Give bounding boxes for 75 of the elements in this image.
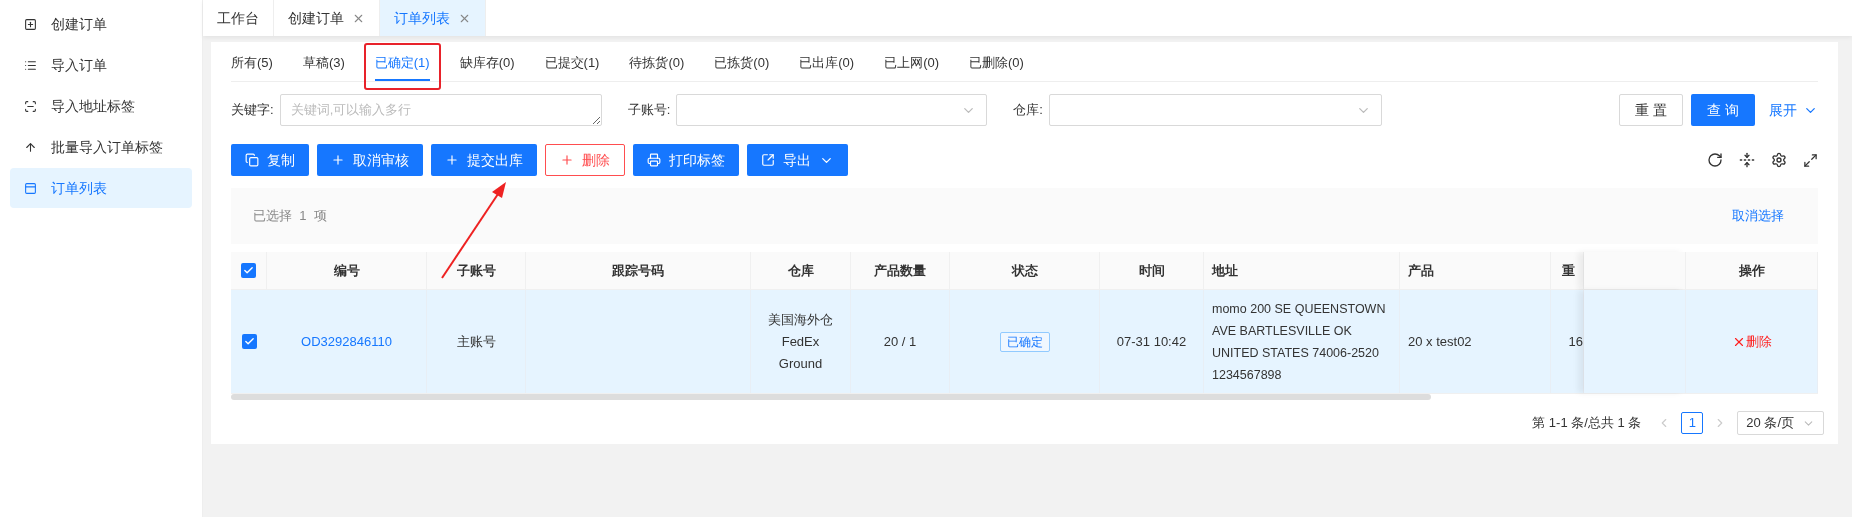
sidebar-item[interactable]: 批量导入订单标签 <box>10 127 192 167</box>
selection-count: 已选择 1 项 <box>253 207 327 226</box>
pagination-summary: 第 1-1 条/总共 1 条 <box>1532 414 1642 433</box>
status-tab[interactable]: 已确定(1) <box>374 47 430 81</box>
toolbar-button[interactable]: 复制 <box>231 144 309 176</box>
table-cell-text: momo 200 SE QUEENSTOWN AVE BARTLESVILLE OK UNITED STATES 74006-2520 1234567898 <box>1212 300 1386 384</box>
plus-icon <box>445 153 459 167</box>
plus-icon <box>560 153 574 167</box>
status-tag: 已确定 <box>999 331 1050 352</box>
status-tab[interactable]: 草稿(3) <box>302 47 345 81</box>
list-icon <box>24 58 37 72</box>
field-label: 子账号: <box>627 101 671 120</box>
status-tab[interactable]: 已拣货(0) <box>714 47 770 81</box>
table-cell-text: 主账号 <box>456 332 496 351</box>
table-cell-text: 16 <box>1568 332 1583 351</box>
sidebar-item[interactable]: 创建订单 <box>10 4 192 44</box>
order-number-link[interactable]: OD3292846110 <box>301 331 392 352</box>
export-icon <box>761 153 775 167</box>
refresh-icon[interactable] <box>1707 152 1723 168</box>
sidebar-item[interactable]: 导入地址标签 <box>10 86 192 126</box>
table-icon <box>24 181 37 195</box>
sidebar-item[interactable]: 导入订单 <box>10 45 192 85</box>
column-header: 时间 <box>1138 261 1165 280</box>
checkbox[interactable] <box>241 263 256 278</box>
toolbar-button[interactable]: 打印标签 <box>633 144 739 176</box>
column-header: 状态 <box>1011 261 1038 280</box>
toolbar-button[interactable]: 提交出库 <box>431 144 537 176</box>
page-tab[interactable]: 工作台 <box>203 0 274 36</box>
arrow-up-icon <box>24 140 37 154</box>
column-header: 跟踪号码 <box>612 261 664 280</box>
page-button[interactable]: 1 <box>1681 412 1704 434</box>
table-cell-text: 20 / 1 <box>883 332 917 351</box>
table-cell-text: 07-31 10:42 <box>1116 332 1187 351</box>
status-tab[interactable]: 所有(5) <box>231 47 273 81</box>
status-tab[interactable]: 待拣货(0) <box>629 47 685 81</box>
copy-icon <box>245 153 259 167</box>
page-tab[interactable]: 订单列表 <box>380 0 486 36</box>
column-header: 重 <box>1562 261 1575 280</box>
column-header: 子账号 <box>456 261 496 280</box>
keyword-field[interactable]: 关键词,可以输入多行 <box>279 94 602 126</box>
column-header: 地址 <box>1212 261 1238 280</box>
page-size-select[interactable]: 20 条/页 <box>1737 411 1824 435</box>
column-header: 产品 <box>1408 261 1434 280</box>
clear-selection-link[interactable]: 取消选择 <box>1732 206 1784 226</box>
status-tab[interactable]: 已删除(0) <box>969 47 1024 81</box>
column-header: 操作 <box>1738 261 1765 280</box>
table-cell-text: 美国海外仓 FedEx Ground <box>768 310 833 373</box>
check-icon <box>243 336 255 347</box>
sidebar-item[interactable]: 订单列表 <box>10 168 192 208</box>
column-header: 仓库 <box>787 261 814 280</box>
table-row[interactable]: OD3292846110 主账号 美国海外仓 FedEx Ground 20 / 1 已确定 07-31 10:42 momo 200 SE QUEENSTOWN AVE BARTLESVILLE OK UNITED STATES 74006-2520 1234567898 20 x test02 16 删除 <box>231 290 1818 394</box>
fullscreen-icon[interactable] <box>1803 152 1818 168</box>
check-icon <box>243 265 254 276</box>
status-tab[interactable]: 已提交(1) <box>544 47 600 81</box>
column-header: 产品数量 <box>874 261 926 280</box>
field-label: 仓库: <box>1013 101 1043 120</box>
status-tab[interactable]: 已上网(0) <box>884 47 939 81</box>
query-button[interactable]: 查 询 <box>1691 94 1755 126</box>
table-cell-text: 20 x test02 <box>1408 332 1472 351</box>
field-label: 关键字: <box>231 101 274 120</box>
plus-square-icon <box>24 17 37 31</box>
checkbox[interactable] <box>241 334 257 349</box>
column-header: 编号 <box>333 261 360 280</box>
toolbar-button[interactable]: 取消审核 <box>317 144 423 176</box>
status-tab[interactable]: 缺库存(0) <box>459 47 515 81</box>
scan-icon <box>24 99 37 113</box>
scrollbar[interactable] <box>231 394 1431 400</box>
printer-icon <box>647 153 661 167</box>
density-icon[interactable] <box>1739 152 1755 168</box>
status-tab[interactable]: 已出库(0) <box>799 47 855 81</box>
expand-link[interactable]: 展开 <box>1769 99 1818 121</box>
plus-icon <box>331 153 345 167</box>
settings-icon[interactable] <box>1771 152 1787 168</box>
reset-button[interactable]: 重 置 <box>1619 94 1683 126</box>
toolbar-button[interactable]: 导出 <box>747 144 848 176</box>
